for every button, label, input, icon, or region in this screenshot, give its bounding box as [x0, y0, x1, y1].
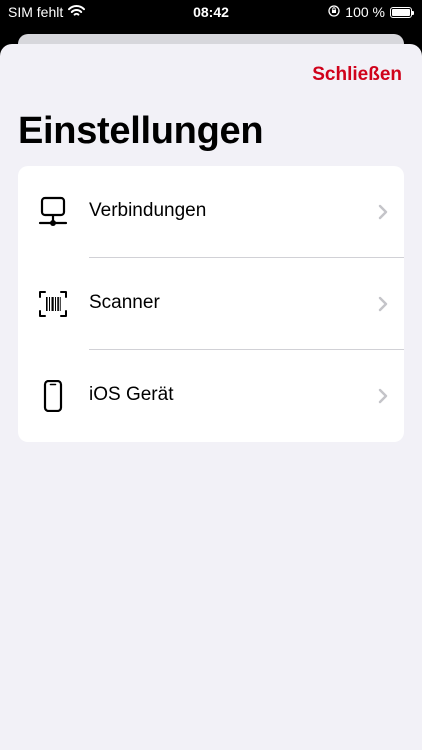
chevron-right-icon: [378, 296, 388, 312]
barcode-scan-icon: [38, 288, 68, 320]
battery-icon: [390, 6, 414, 18]
page-title: Einstellungen: [18, 110, 264, 152]
network-computer-icon: [38, 196, 68, 228]
orientation-lock-icon: [328, 4, 340, 20]
settings-item-label: Verbindungen: [89, 200, 207, 221]
battery-percentage: 100 %: [345, 4, 385, 20]
settings-item-label: Scanner: [89, 292, 160, 313]
close-button[interactable]: Schließen: [312, 64, 402, 86]
iphone-icon: [38, 379, 68, 413]
chevron-right-icon: [378, 204, 388, 220]
settings-item-ios-geraet[interactable]: iOS Gerät: [18, 350, 404, 442]
chevron-right-icon: [378, 388, 388, 404]
settings-item-label: iOS Gerät: [89, 384, 174, 405]
settings-item-scanner[interactable]: Scanner: [18, 258, 404, 350]
status-right: 100 %: [328, 4, 414, 20]
settings-item-verbindungen[interactable]: Verbindungen: [18, 166, 404, 258]
status-bar: SIM fehlt 08:42 100 %: [0, 0, 422, 26]
battery-level-fill: [392, 8, 410, 16]
settings-sheet: Schließen Einstellungen Verbindungen Sca…: [0, 44, 422, 750]
settings-list: Verbindungen Scanner iOS Gerät: [18, 166, 404, 442]
